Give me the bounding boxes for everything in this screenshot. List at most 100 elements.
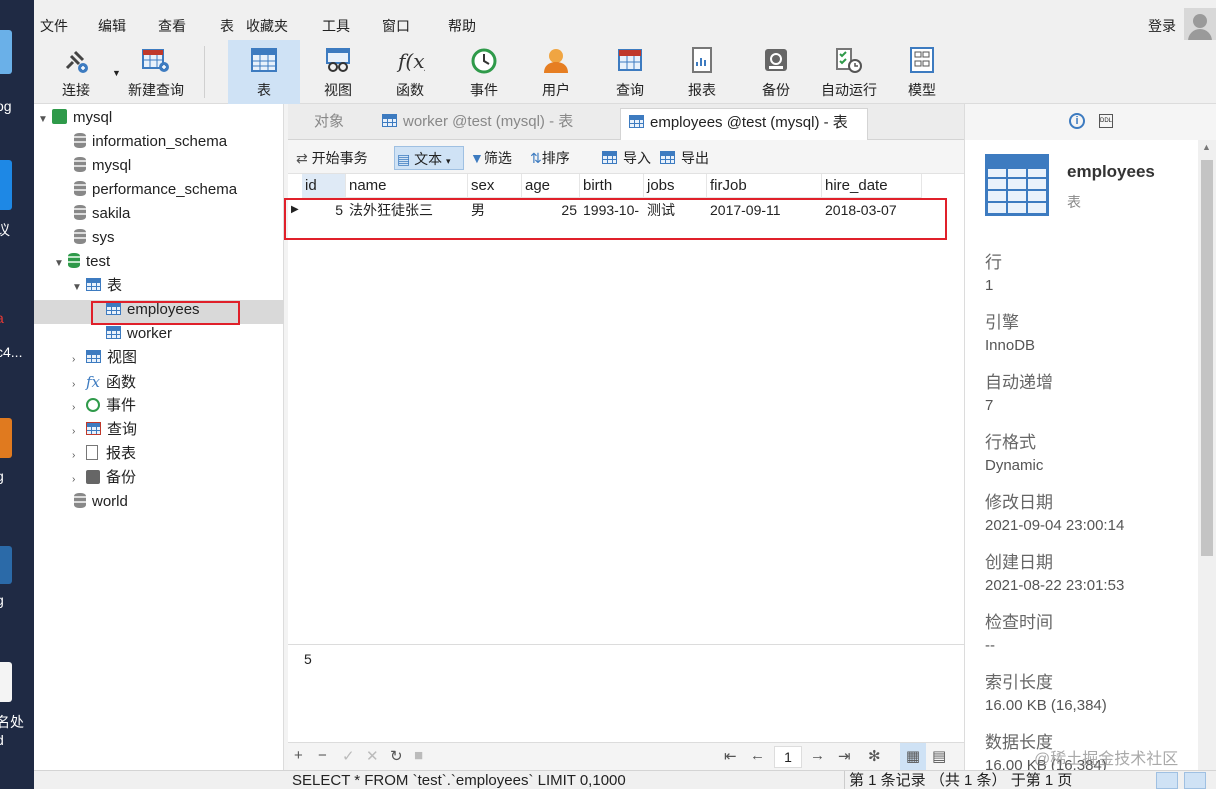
desktop-strip: og 议 a c4... g g 名处 d [0, 0, 34, 789]
desktop-label: a [0, 310, 34, 326]
first-page-icon[interactable]: ⇤ [724, 747, 737, 765]
prop-row-format: 行格式 Dynamic [985, 428, 1043, 474]
tree-label: mysql [73, 109, 113, 126]
toolbar-connect-button[interactable]: 连接 [40, 40, 112, 104]
avatar[interactable] [1184, 8, 1216, 43]
menu-help[interactable]: 帮助 [448, 16, 476, 36]
desktop-app-icon[interactable] [0, 418, 12, 458]
chevron-right-icon[interactable]: › [72, 348, 86, 372]
chevron-right-icon[interactable]: › [72, 468, 86, 492]
menu-tools[interactable]: 工具 [322, 16, 350, 36]
column-header-hire-date[interactable]: hire_date [822, 174, 922, 198]
panel-toggle-icon[interactable] [1184, 772, 1206, 789]
column-header-jobs[interactable]: jobs [644, 174, 707, 198]
toolbar-report-button[interactable]: 报表 [666, 40, 738, 104]
ddl-icon[interactable]: DDL [1099, 114, 1113, 128]
refresh-icon[interactable]: ↻ [390, 747, 403, 765]
column-header-name[interactable]: name [346, 174, 468, 198]
delete-record-icon[interactable]: − [318, 747, 327, 764]
previous-page-icon[interactable]: ← [750, 747, 765, 764]
add-record-icon[interactable]: + [294, 747, 303, 764]
tree-group-reports[interactable]: › 报表 [72, 442, 136, 466]
menu-favorites[interactable]: 收藏夹 [246, 16, 288, 36]
chevron-down-icon[interactable]: ▼ [72, 276, 86, 300]
toolbar-autorun-button[interactable]: 自动运行 [812, 40, 886, 104]
chevron-right-icon[interactable]: › [72, 396, 86, 420]
scroll-up-icon[interactable]: ▲ [1202, 142, 1211, 152]
tab-bar: 对象 worker @test (mysql) - 表 employees @t… [288, 104, 964, 140]
tree-group-tables[interactable]: ▼ 表 [72, 274, 122, 298]
toolbar-model-button[interactable]: 模型 [886, 40, 958, 104]
tree-group-views[interactable]: › 视图 [72, 346, 137, 370]
tab-employees[interactable]: employees @test (mysql) - 表 [620, 108, 868, 140]
settings-gear-icon[interactable]: ✻ [868, 747, 881, 765]
toolbar-view-button[interactable]: 视图 [302, 40, 374, 104]
toolbar-table-button[interactable]: 表 [228, 40, 300, 104]
tree-db-sakila[interactable]: sakila [74, 202, 130, 226]
tab-label: employees @test (mysql) - 表 [650, 114, 848, 131]
tree-db-test[interactable]: ▼ test [54, 250, 110, 274]
chevron-down-icon[interactable]: ▼ [38, 108, 52, 132]
info-scrollbar[interactable]: ▲ [1198, 140, 1216, 770]
tree-group-events[interactable]: › 事件 [72, 394, 136, 418]
column-header-firjob[interactable]: firJob [707, 174, 822, 198]
cancel-x-icon[interactable]: ✕ [366, 747, 379, 765]
tree-table-worker[interactable]: worker [106, 322, 172, 346]
desktop-app-icon[interactable] [0, 662, 12, 702]
toolbar-backup-button[interactable]: 备份 [740, 40, 812, 104]
toolbar-user-button[interactable]: 用户 [520, 40, 592, 104]
button-label: 文本 [414, 151, 443, 167]
form-view-icon[interactable]: ▤ [932, 747, 946, 765]
tab-objects[interactable]: 对象 [306, 108, 352, 140]
chevron-down-icon[interactable]: ▼ [54, 252, 68, 276]
menu-view[interactable]: 查看 [158, 16, 186, 36]
filter-button[interactable]: ▼筛选 [468, 146, 514, 170]
column-header-age[interactable]: age [522, 174, 580, 198]
text-view-button[interactable]: ▤ 文本 ▾ [394, 146, 464, 170]
toolbar-event-button[interactable]: 事件 [448, 40, 520, 104]
menu-edit[interactable]: 编辑 [98, 16, 126, 36]
column-header-sex[interactable]: sex [468, 174, 522, 198]
tree-group-backups[interactable]: › 备份 [72, 466, 136, 490]
tree-connection-mysql[interactable]: ▼ mysql [38, 106, 112, 130]
layout-toggle-icon[interactable] [1156, 772, 1178, 789]
tree-group-functions[interactable]: › fx 函数 [72, 370, 136, 394]
view-icon [86, 350, 101, 363]
column-header-birth[interactable]: birth [580, 174, 644, 198]
export-button[interactable]: 导出 [658, 146, 711, 170]
begin-transaction-button[interactable]: ⇄ 开始事务 [294, 146, 370, 170]
info-icon[interactable]: i [1069, 113, 1085, 129]
menu-table[interactable]: 表 [220, 16, 234, 36]
desktop-app-icon[interactable] [0, 546, 12, 584]
button-label: 开始事务 [311, 150, 368, 166]
import-button[interactable]: 导入 [600, 146, 653, 170]
tree-group-queries[interactable]: › 查询 [72, 418, 137, 442]
chevron-right-icon[interactable]: › [72, 420, 86, 444]
toolbar-function-button[interactable]: f(x) 函数 [374, 40, 446, 104]
menu-file[interactable]: 文件 [40, 16, 68, 36]
toolbar-new-query-button[interactable]: 新建查询 [120, 40, 192, 104]
grid-view-icon[interactable]: ▦ [900, 743, 926, 771]
sort-button[interactable]: ⇅排序 [528, 146, 572, 170]
tree-db-performance-schema[interactable]: performance_schema [74, 178, 237, 202]
desktop-app-icon[interactable] [0, 30, 12, 74]
chevron-right-icon[interactable]: › [72, 444, 86, 468]
login-button[interactable]: 登录 [1148, 16, 1176, 36]
tree-db-information-schema[interactable]: information_schema [74, 130, 227, 154]
stop-icon[interactable]: ■ [414, 747, 423, 764]
tab-worker[interactable]: worker @test (mysql) - 表 [374, 108, 618, 140]
last-page-icon[interactable]: ⇥ [838, 747, 851, 765]
toolbar-query-button[interactable]: 查询 [594, 40, 666, 104]
page-number-input[interactable]: 1 [774, 746, 802, 768]
tree-db-world[interactable]: world [74, 490, 128, 514]
cell-preview-pane[interactable]: 5 [288, 644, 964, 740]
column-header-id[interactable]: id [302, 174, 346, 198]
tree-db-mysql[interactable]: mysql [74, 154, 131, 178]
menu-window[interactable]: 窗口 [382, 16, 410, 36]
tree-db-sys[interactable]: sys [74, 226, 115, 250]
report-icon [86, 445, 98, 460]
scrollbar-thumb[interactable] [1201, 160, 1213, 556]
desktop-app-icon[interactable] [0, 160, 12, 210]
next-page-icon[interactable]: → [810, 747, 825, 764]
apply-check-icon[interactable]: ✓ [342, 747, 355, 765]
